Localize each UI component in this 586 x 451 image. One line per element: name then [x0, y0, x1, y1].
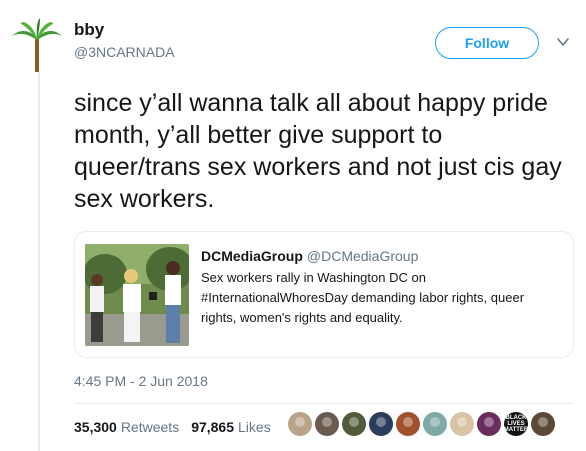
liker-avatar-text: BLACK LIVES MATTER [504, 415, 528, 433]
liker-avatar[interactable] [342, 412, 366, 436]
quoted-tweet-card[interactable]: DCMediaGroup @DCMediaGroup Sex workers ra… [74, 231, 574, 358]
palm-tree-icon [12, 18, 62, 72]
author-handle[interactable]: @3NCARNADA [74, 44, 175, 60]
liker-avatar-face [538, 417, 548, 427]
follow-button[interactable]: Follow [435, 27, 539, 59]
engagement-stats: 35,300 Retweets 97,865 Likes [74, 419, 271, 435]
liker-avatar[interactable] [288, 412, 312, 436]
likes-label: Likes [238, 419, 271, 435]
liker-avatars: BLACK LIVES MATTER [288, 412, 555, 440]
liker-avatar-face [295, 417, 305, 427]
retweets-label: Retweets [120, 419, 180, 435]
liker-avatar[interactable] [450, 412, 474, 436]
liker-avatar[interactable] [477, 412, 501, 436]
likes-count: 97,865 [191, 419, 235, 435]
liker-avatar-face [430, 417, 440, 427]
liker-avatar[interactable] [315, 412, 339, 436]
liker-avatar[interactable]: BLACK LIVES MATTER [504, 412, 528, 436]
author-avatar[interactable] [10, 18, 64, 72]
quoted-tweet-text: Sex workers rally in Washington DC on #I… [201, 270, 525, 325]
retweets-count: 35,300 [74, 419, 117, 435]
liker-avatar-face [403, 417, 413, 427]
quoted-handle: @DCMediaGroup [306, 248, 419, 264]
retweets-stat[interactable]: 35,300 Retweets [74, 419, 179, 435]
likes-stat[interactable]: 97,865 Likes [191, 419, 271, 435]
thread-line [38, 66, 40, 451]
author-display-name[interactable]: bby [74, 20, 104, 40]
quoted-tweet-photo [85, 244, 189, 346]
tweet-timestamp[interactable]: 4:45 PM - 2 Jun 2018 [74, 373, 208, 389]
liker-avatar[interactable] [369, 412, 393, 436]
quoted-author: DCMediaGroup @DCMediaGroup [201, 248, 418, 264]
liker-avatar[interactable] [531, 412, 555, 436]
chevron-down-icon[interactable] [555, 34, 571, 50]
tweet-text: since y’all wanna talk all about happy p… [74, 89, 562, 213]
liker-avatar[interactable] [396, 412, 420, 436]
liker-avatar[interactable] [423, 412, 447, 436]
liker-avatar-face [349, 417, 359, 427]
liker-avatar-face [484, 417, 494, 427]
liker-avatar-face [376, 417, 386, 427]
liker-avatar-face [322, 417, 332, 427]
liker-avatar-face [457, 417, 467, 427]
stats-divider [74, 403, 574, 404]
quoted-display-name: DCMediaGroup [201, 248, 303, 264]
